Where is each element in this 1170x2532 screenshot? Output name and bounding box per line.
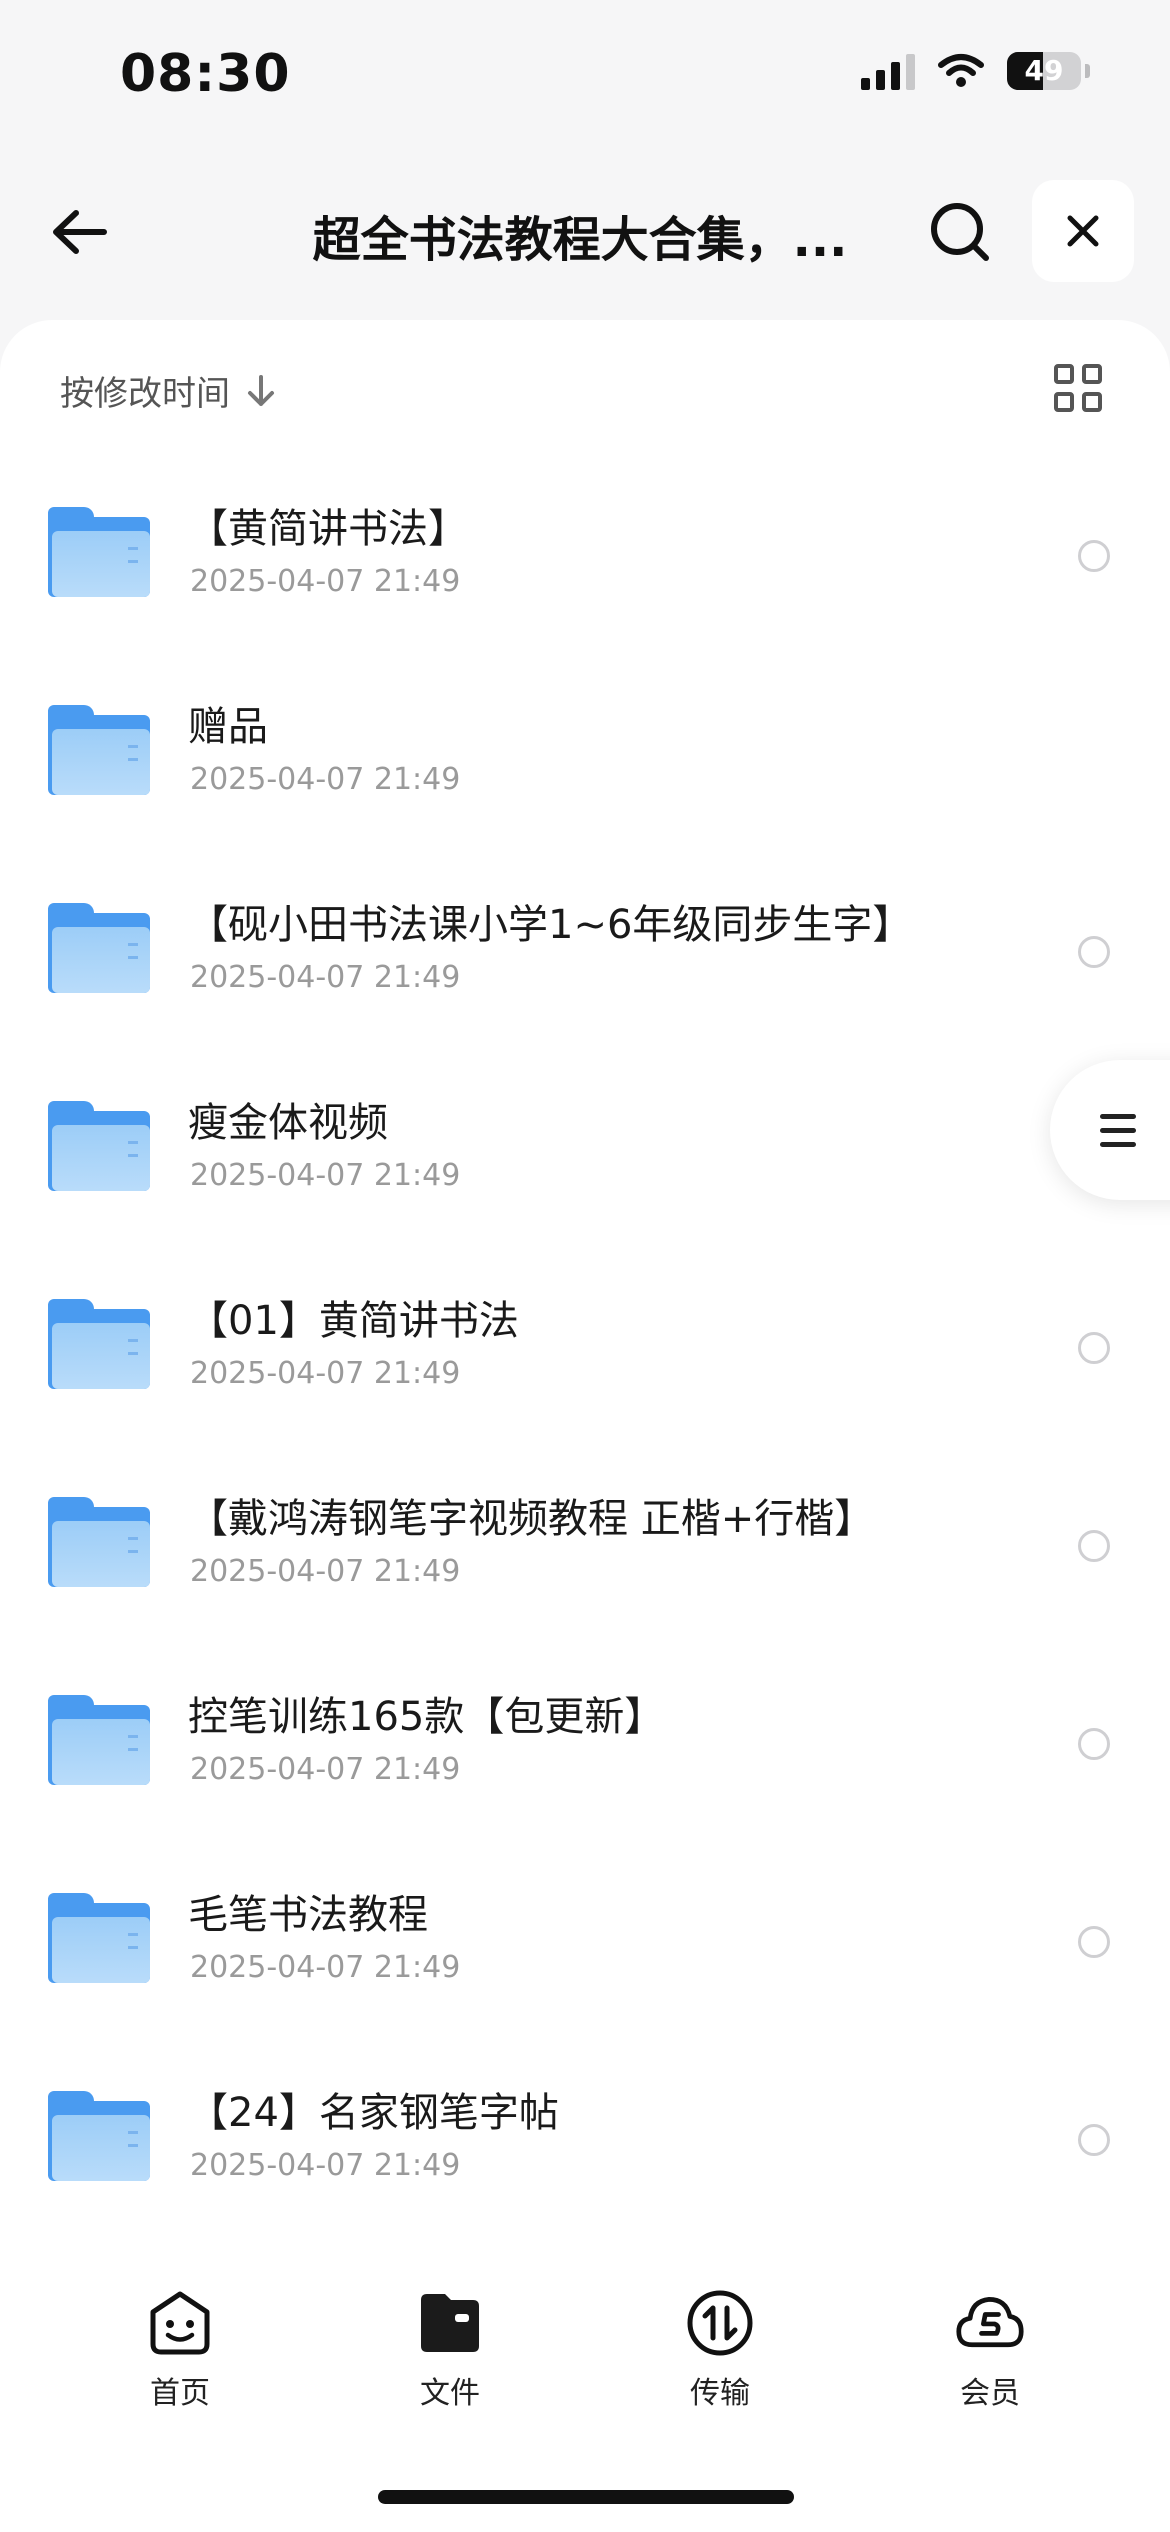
folder-icon — [48, 1893, 150, 1983]
file-row[interactable]: 【24】名家钢笔字帖 2025-04-07 21:49 — [0, 2054, 1170, 2252]
file-date: 2025-04-07 21:49 — [190, 1554, 461, 1589]
file-row[interactable]: 瘦金体视频 2025-04-07 21:49 — [0, 1064, 1170, 1262]
battery-tip — [1085, 64, 1090, 78]
cloud-vip-icon — [955, 2288, 1025, 2358]
status-icons: 49 — [861, 52, 1090, 90]
file-row[interactable]: 赠品 2025-04-07 21:49 — [0, 668, 1170, 866]
grid-view-icon[interactable] — [1054, 364, 1104, 414]
menu-line — [1100, 1141, 1136, 1147]
arrow-down-icon — [248, 374, 274, 406]
file-date: 2025-04-07 21:49 — [190, 2148, 461, 2183]
file-row[interactable]: 【砚小田书法课小学1~6年级同步生字】 2025-04-07 21:49 — [0, 866, 1170, 1064]
close-icon — [1067, 215, 1099, 247]
status-time: 08:30 — [120, 44, 291, 104]
menu-line — [1100, 1127, 1136, 1133]
smiley-home-icon — [145, 2288, 215, 2358]
file-name: 赠品 — [188, 704, 268, 750]
file-row[interactable]: 【01】黄简讲书法 2025-04-07 21:49 — [0, 1262, 1170, 1460]
back-button[interactable] — [40, 192, 120, 272]
status-bar: 08:30 49 — [0, 0, 1170, 150]
battery-icon: 49 — [1007, 52, 1081, 90]
transfer-icon — [685, 2288, 755, 2358]
file-list: 【黄简讲书法】 2025-04-07 21:49 赠品 2025-04-07 21:4… — [0, 470, 1170, 2252]
folder-icon — [48, 507, 150, 597]
file-name: 控笔训练165款【包更新】 — [188, 1694, 665, 1740]
grid-cell — [1082, 364, 1102, 384]
page-title: 超全书法教程大合集，... — [312, 212, 848, 268]
file-date: 2025-04-07 21:49 — [190, 1356, 461, 1391]
folder-icon — [48, 2091, 150, 2181]
sort-button[interactable]: 按修改时间 — [60, 366, 276, 415]
menu-icon — [1100, 1113, 1136, 1147]
home-indicator — [378, 2490, 794, 2504]
folder-icon — [48, 1497, 150, 1587]
signal-icon — [861, 52, 915, 90]
wifi-icon — [938, 54, 984, 87]
folder-icon — [48, 1101, 150, 1191]
file-row[interactable]: 【戴鸿涛钢笔字视频教程 正楷+行楷】 2025-04-07 21:49 — [0, 1460, 1170, 1658]
grid-cell — [1082, 392, 1102, 412]
select-radio[interactable] — [1078, 1530, 1110, 1562]
top-nav: 超全书法教程大合集，... — [0, 170, 1170, 290]
tab-label: 文件 — [420, 2376, 480, 2411]
folder-icon — [48, 1299, 150, 1389]
file-date: 2025-04-07 21:49 — [190, 1752, 461, 1787]
file-date: 2025-04-07 21:49 — [190, 564, 461, 599]
tab-transfer[interactable]: 传输 — [640, 2288, 800, 2412]
file-name: 【01】黄简讲书法 — [188, 1298, 519, 1344]
tab-label: 会员 — [960, 2376, 1020, 2411]
sort-label: 按修改时间 — [60, 374, 230, 414]
battery-percent: 49 — [1024, 54, 1064, 87]
close-button[interactable] — [1032, 180, 1134, 282]
file-date: 2025-04-07 21:49 — [190, 960, 461, 995]
file-list-panel: 按修改时间 【黄简讲书法】 2025-04-07 21:49 赠品 2025-04-0… — [0, 320, 1170, 2252]
file-name: 瘦金体视频 — [188, 1100, 388, 1146]
tab-vip[interactable]: 会员 — [910, 2288, 1070, 2412]
file-date: 2025-04-07 21:49 — [190, 762, 461, 797]
select-radio[interactable] — [1078, 936, 1110, 968]
tab-label: 传输 — [690, 2376, 750, 2411]
folder-icon — [48, 903, 150, 993]
folder-icon — [48, 705, 150, 795]
file-row[interactable]: 【黄简讲书法】 2025-04-07 21:49 — [0, 470, 1170, 668]
select-radio[interactable] — [1078, 1926, 1110, 1958]
file-name: 毛笔书法教程 — [188, 1892, 428, 1938]
select-radio[interactable] — [1078, 540, 1110, 572]
tab-label: 首页 — [150, 2376, 210, 2411]
file-name: 【砚小田书法课小学1~6年级同步生字】 — [188, 902, 913, 948]
file-name: 【24】名家钢笔字帖 — [188, 2090, 559, 2136]
tab-files[interactable]: 文件 — [370, 2288, 530, 2412]
file-date: 2025-04-07 21:49 — [190, 1950, 461, 1985]
file-date: 2025-04-07 21:49 — [190, 1158, 461, 1193]
folder-icon — [48, 1695, 150, 1785]
select-radio[interactable] — [1078, 1728, 1110, 1760]
grid-cell — [1054, 392, 1074, 412]
file-row[interactable]: 毛笔书法教程 2025-04-07 21:49 — [0, 1856, 1170, 2054]
file-name: 【黄简讲书法】 — [188, 506, 468, 552]
folder-tab-icon — [415, 2288, 485, 2358]
menu-line — [1100, 1113, 1136, 1119]
back-arrow-icon — [53, 210, 107, 254]
select-radio[interactable] — [1078, 2124, 1110, 2156]
search-icon — [931, 203, 989, 261]
grid-cell — [1054, 364, 1074, 384]
tab-home[interactable]: 首页 — [100, 2288, 260, 2412]
file-row[interactable]: 控笔训练165款【包更新】 2025-04-07 21:49 — [0, 1658, 1170, 1856]
search-button[interactable] — [920, 192, 1000, 272]
file-name: 【戴鸿涛钢笔字视频教程 正楷+行楷】 — [188, 1496, 875, 1542]
select-radio[interactable] — [1078, 1332, 1110, 1364]
